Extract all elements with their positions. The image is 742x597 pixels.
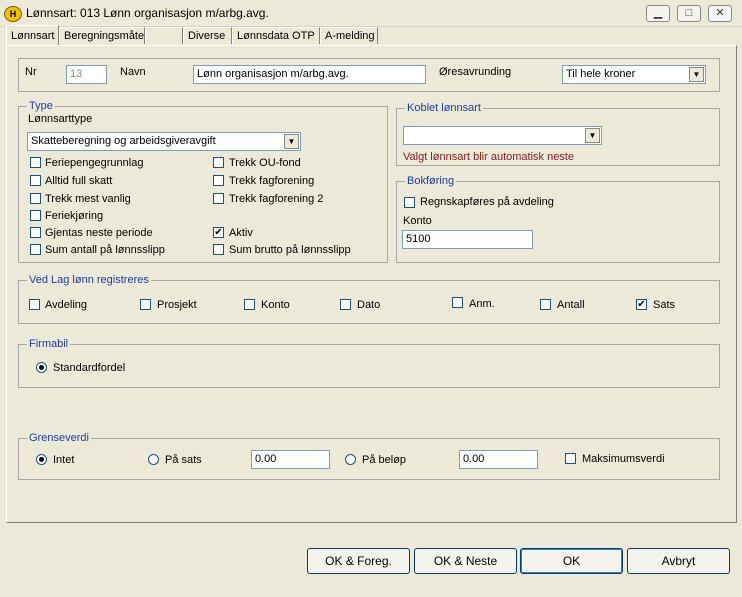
pa-sats-label: På sats xyxy=(165,454,202,466)
app-logo-icon: H xyxy=(4,6,22,22)
bokforing-group: Bokføring xyxy=(396,175,720,263)
navn-field[interactable]: Lønn organisasjon m/arbg.avg. xyxy=(193,65,426,84)
maksimumsverdi-label: Maksimumsverdi xyxy=(582,453,665,465)
checkmark-icon: ✔ xyxy=(637,299,646,310)
oresavrunding-label: Øresavrunding xyxy=(439,66,512,78)
nr-label: Nr xyxy=(25,66,37,78)
maximize-button[interactable]: □ xyxy=(677,5,701,22)
lonnsarttype-select[interactable]: Skatteberegning og arbeidsgiveravgift ▼ xyxy=(27,132,301,151)
koblet-lonnsart-note: Valgt lønnsart blir automatisk neste xyxy=(403,151,574,163)
gjentas-neste-periode-checkbox[interactable] xyxy=(30,227,41,238)
tab-blank[interactable] xyxy=(145,27,183,44)
close-icon: ✕ xyxy=(715,7,725,19)
maksimumsverdi-checkbox[interactable] xyxy=(565,453,576,464)
tab-a-melding[interactable]: A-melding xyxy=(320,27,378,44)
feriekjoring-checkbox[interactable] xyxy=(30,210,41,221)
oresavrunding-select[interactable]: Til hele kroner ▼ xyxy=(562,65,706,84)
alltid-full-skatt-checkbox[interactable] xyxy=(30,175,41,186)
trekk-mest-vanlig-label: Trekk mest vanlig xyxy=(45,193,131,205)
checkmark-icon: ✔ xyxy=(214,227,223,238)
chevron-down-icon[interactable]: ▼ xyxy=(585,128,600,143)
lonnsarttype-value: Skatteberegning og arbeidsgiveravgift xyxy=(31,135,216,147)
aktiv-checkbox[interactable]: ✔ xyxy=(213,227,224,238)
koblet-lonnsart-legend: Koblet lønnsart xyxy=(405,102,483,114)
pa-belop-label: På beløp xyxy=(362,454,407,466)
minimize-icon: ▁ xyxy=(653,7,663,19)
maximize-icon: □ xyxy=(685,7,693,19)
antall-checkbox[interactable] xyxy=(540,299,551,310)
ok-neste-button[interactable]: OK & Neste xyxy=(414,548,517,574)
ok-foreg-button[interactable]: OK & Foreg. xyxy=(307,548,410,574)
trekk-fagforening-checkbox[interactable] xyxy=(213,175,224,186)
trekk-fagforening-2-label: Trekk fagforening 2 xyxy=(229,193,324,205)
sum-brutto-label: Sum brutto på lønnsslipp xyxy=(229,244,351,256)
sats-label: Sats xyxy=(653,299,676,311)
feriepengegrunnlag-checkbox[interactable] xyxy=(30,157,41,168)
navn-label: Navn xyxy=(120,66,146,78)
sum-antall-label: Sum antall på lønnsslipp xyxy=(45,244,165,256)
chevron-down-icon[interactable]: ▼ xyxy=(689,67,704,82)
lag-lonn-legend: Ved Lag lønn registreres xyxy=(27,274,151,286)
gjentas-neste-periode-label: Gjentas neste periode xyxy=(45,227,153,239)
nr-field[interactable]: 13 xyxy=(66,65,107,84)
antall-label: Antall xyxy=(557,299,585,311)
avdeling-label: Avdeling xyxy=(45,299,87,311)
intet-radio[interactable] xyxy=(36,454,47,465)
regnskapfores-checkbox[interactable] xyxy=(404,197,415,208)
feriepengegrunnlag-label: Feriepengegrunnlag xyxy=(45,157,144,169)
trekk-fagforening-2-checkbox[interactable] xyxy=(213,193,224,204)
pa-sats-radio[interactable] xyxy=(148,454,159,465)
title-bar: H Lønnsart: 013 Lønn organisasjon m/arbg… xyxy=(0,0,742,27)
standardfordel-label: Standardfordel xyxy=(53,362,126,374)
sum-brutto-checkbox[interactable] xyxy=(213,244,224,255)
prosjekt-label: Prosjekt xyxy=(157,299,197,311)
konto-check-label: Konto xyxy=(261,299,290,311)
anm-checkbox[interactable] xyxy=(452,297,463,308)
trekk-ou-fond-label: Trekk OU-fond xyxy=(229,157,301,169)
ok-button[interactable]: OK xyxy=(520,548,623,574)
konto-label: Konto xyxy=(403,215,432,227)
tab-lonnsart[interactable]: Lønnsart xyxy=(6,25,59,45)
aktiv-label: Aktiv xyxy=(229,227,253,239)
pa-belop-radio[interactable] xyxy=(345,454,356,465)
bokforing-legend: Bokføring xyxy=(405,175,457,187)
feriekjoring-label: Feriekjøring xyxy=(45,210,104,222)
firmabil-legend: Firmabil xyxy=(27,338,71,350)
prosjekt-checkbox[interactable] xyxy=(140,299,151,310)
trekk-mest-vanlig-checkbox[interactable] xyxy=(30,193,41,204)
sats-checkbox[interactable]: ✔ xyxy=(636,299,647,310)
trekk-ou-fond-checkbox[interactable] xyxy=(213,157,224,168)
lonnsarttype-label: Lønnsarttype xyxy=(28,113,93,125)
dato-checkbox[interactable] xyxy=(340,299,351,310)
pa-belop-field[interactable]: 0.00 xyxy=(459,450,538,469)
regnskapfores-label: Regnskapføres på avdeling xyxy=(420,196,554,208)
pa-sats-field[interactable]: 0.00 xyxy=(251,450,330,469)
standardfordel-radio[interactable] xyxy=(36,362,47,373)
grenseverdi-legend: Grenseverdi xyxy=(27,432,91,444)
koblet-lonnsart-select[interactable]: ▼ xyxy=(403,126,602,145)
anm-label: Anm. xyxy=(469,298,495,310)
type-legend: Type xyxy=(27,100,55,112)
oresavrunding-value: Til hele kroner xyxy=(566,68,636,80)
window-title: Lønnsart: 013 Lønn organisasjon m/arbg.a… xyxy=(26,6,269,20)
alltid-full-skatt-label: Alltid full skatt xyxy=(45,175,113,187)
chevron-down-icon[interactable]: ▼ xyxy=(284,134,299,149)
avdeling-checkbox[interactable] xyxy=(29,299,40,310)
konto-field[interactable]: 5100 xyxy=(402,230,533,249)
trekk-fagforening-label: Trekk fagforening xyxy=(229,175,315,187)
tab-beregningsmate[interactable]: Beregningsmåte xyxy=(59,27,145,44)
tab-diverse[interactable]: Diverse xyxy=(183,27,232,44)
close-button[interactable]: ✕ xyxy=(708,5,732,22)
konto-checkbox[interactable] xyxy=(244,299,255,310)
dato-label: Dato xyxy=(357,299,381,311)
minimize-button[interactable]: ▁ xyxy=(646,5,670,22)
intet-label: Intet xyxy=(53,454,75,466)
tab-lonnsdata-otp[interactable]: Lønnsdata OTP xyxy=(232,27,320,44)
sum-antall-checkbox[interactable] xyxy=(30,244,41,255)
avbryt-button[interactable]: Avbryt xyxy=(627,548,730,574)
